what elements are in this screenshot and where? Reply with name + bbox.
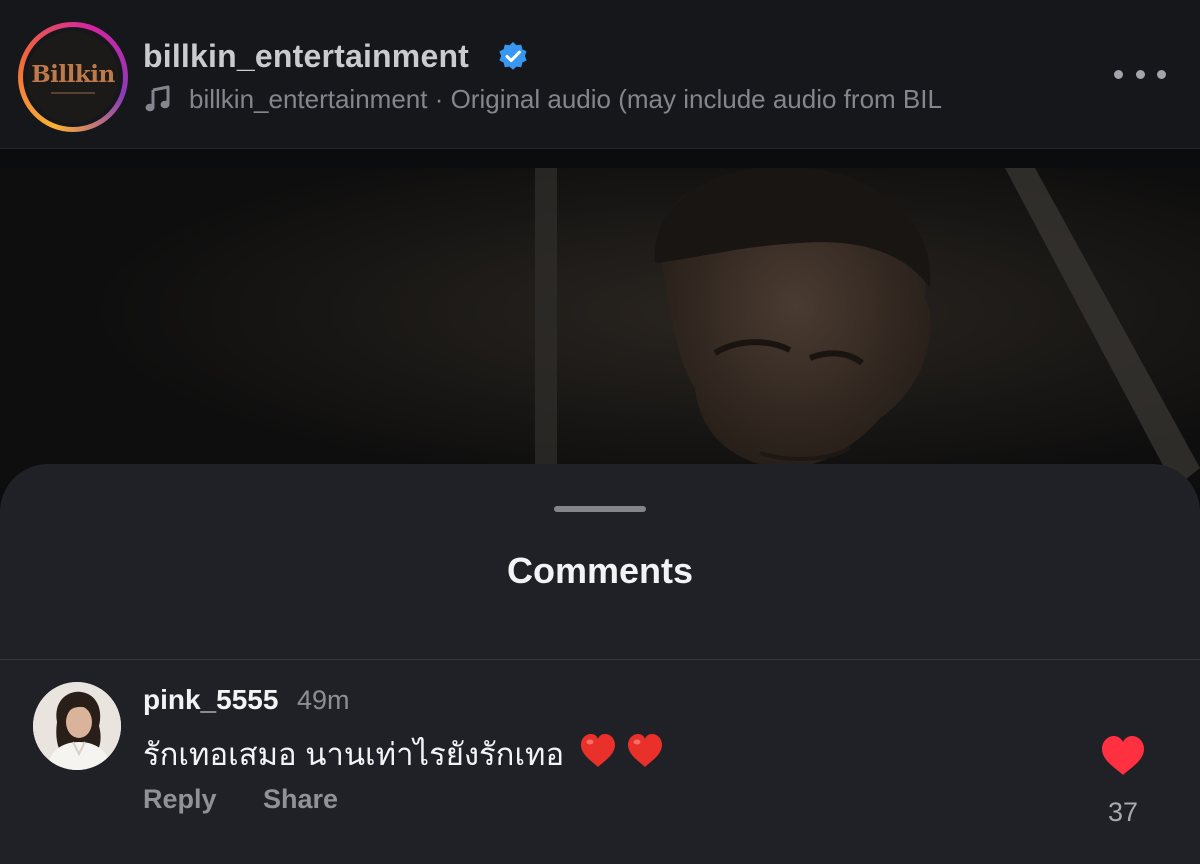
- logo-underline: [51, 91, 95, 94]
- heart-icon[interactable]: [1100, 735, 1146, 777]
- account-name[interactable]: billkin_entertainment: [143, 38, 469, 75]
- comment-username[interactable]: pink_5555: [143, 684, 278, 716]
- heart-emoji-icon: [581, 734, 615, 767]
- reply-button[interactable]: Reply: [143, 784, 217, 815]
- video-frame: [0, 168, 1200, 488]
- video-player[interactable]: [0, 168, 1200, 488]
- more-dot-icon: [1135, 69, 1145, 79]
- billkin-logo: Billkin: [27, 31, 119, 123]
- comment-text: รักเทอเสมอ นานเท่าไรยังรักเทอ: [143, 737, 565, 772]
- like-count: 37: [1107, 797, 1139, 827]
- logo-text: Billkin: [31, 60, 115, 88]
- heart-emoji-icon: [628, 734, 662, 767]
- more-options-button[interactable]: [1114, 58, 1166, 90]
- commenter-avatar-photo: [33, 682, 121, 770]
- comment-timestamp: 49m: [297, 685, 350, 715]
- share-button[interactable]: Share: [263, 784, 338, 815]
- more-dot-icon: [1157, 69, 1166, 79]
- more-dot-icon: [1114, 69, 1123, 79]
- commenter-avatar[interactable]: [33, 682, 121, 770]
- divider: [0, 659, 1200, 660]
- avatar-inner: Billkin: [23, 27, 123, 127]
- audio-attribution[interactable]: billkin_entertainment · Original audio (…: [189, 84, 1069, 115]
- music-note-icon: [145, 85, 170, 112]
- post-header: Billkin billkin_entertainment billkin_en…: [0, 0, 1200, 149]
- account-avatar[interactable]: Billkin: [18, 22, 128, 132]
- verified-badge-icon: [499, 42, 527, 70]
- comments-sheet: Comments pink_5555 49m รักเทอเสมอ นานเท่…: [0, 464, 1200, 864]
- drag-handle[interactable]: [554, 506, 646, 512]
- comments-title: Comments: [506, 550, 694, 591]
